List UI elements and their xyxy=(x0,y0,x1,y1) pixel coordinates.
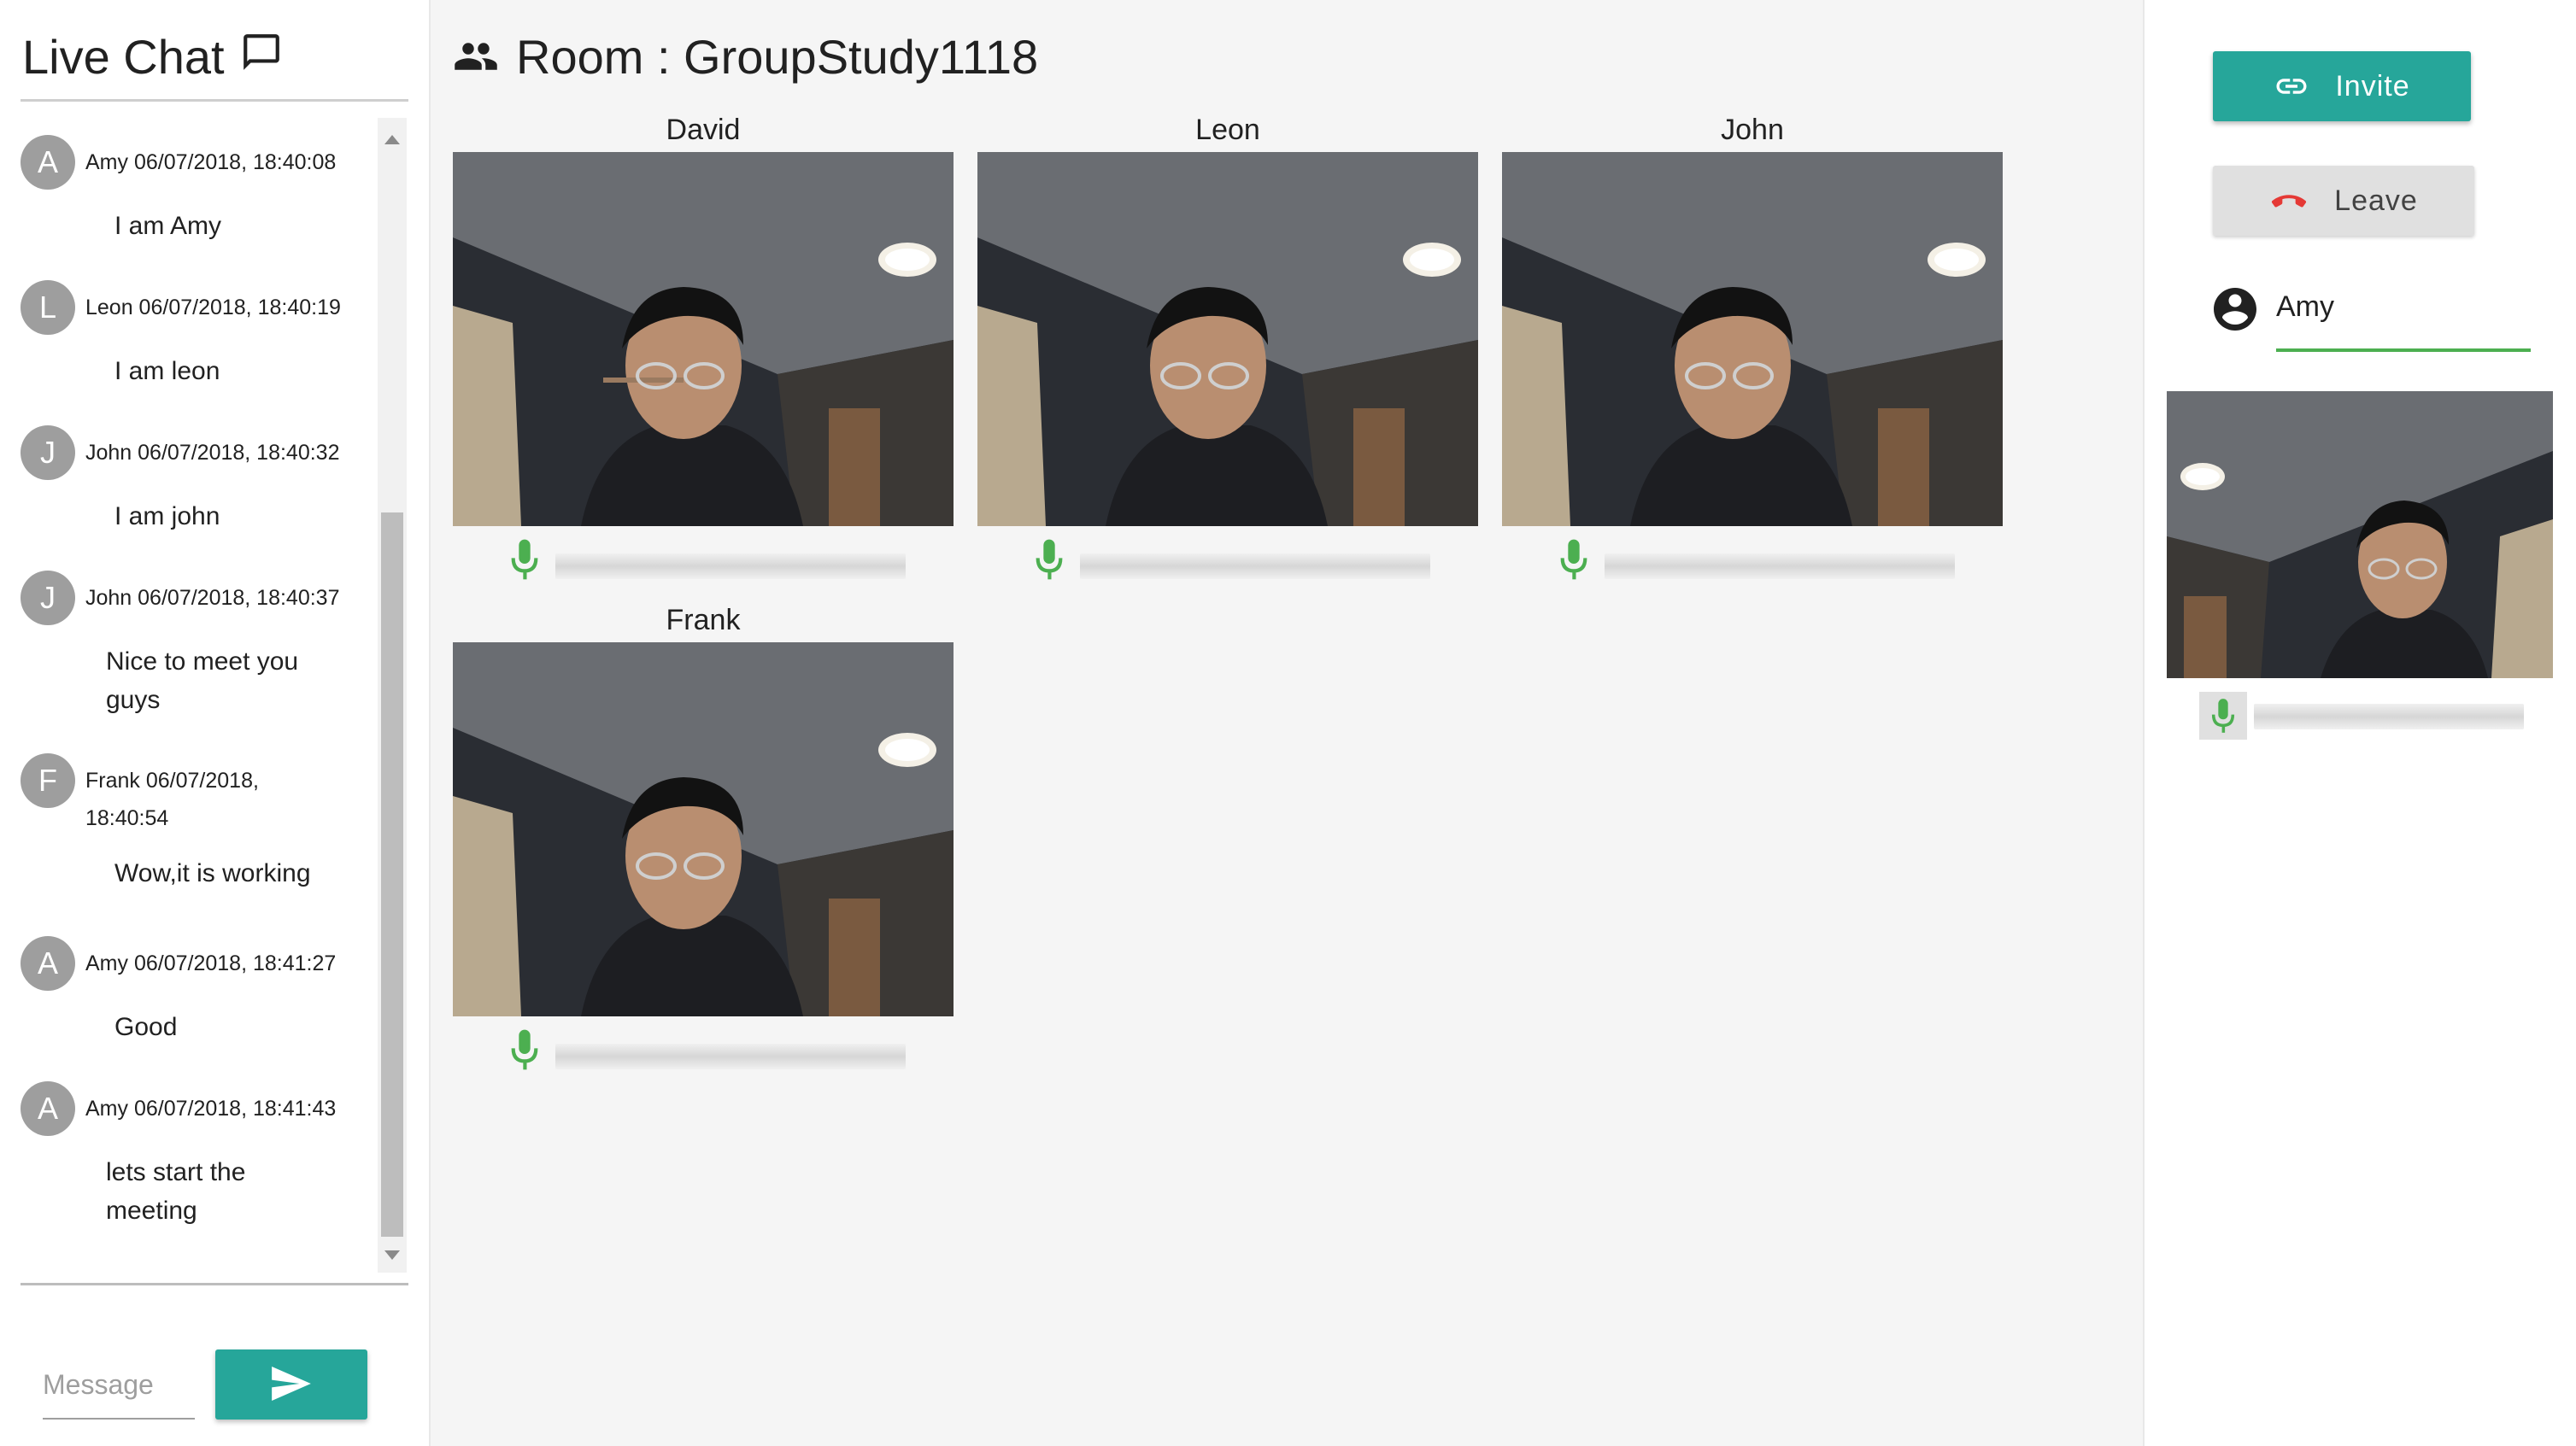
participant-video xyxy=(1502,152,2003,526)
chat-message: J John 06/07/2018, 18:40:32 I am john xyxy=(21,425,376,536)
participant-name: John xyxy=(1721,114,1784,146)
audio-level-row xyxy=(453,538,954,589)
audio-level-meter xyxy=(1605,553,1955,579)
avatar: L xyxy=(21,280,75,335)
account-circle-icon xyxy=(2209,284,2261,339)
audio-level-meter xyxy=(555,553,906,579)
avatar: J xyxy=(21,571,75,625)
mic-icon[interactable] xyxy=(1557,538,1591,585)
participant-video xyxy=(977,152,1478,526)
message-meta: Amy 06/07/2018, 18:41:43 xyxy=(85,1097,337,1121)
message-text: Good xyxy=(114,1013,178,1041)
audio-level-row xyxy=(977,538,1478,589)
link-icon xyxy=(2274,70,2309,103)
message-text: I am leon xyxy=(114,357,220,385)
message-meta: Amy 06/07/2018, 18:40:08 xyxy=(85,150,337,174)
self-audio-row xyxy=(2199,692,2524,741)
chat-bubble-icon xyxy=(240,29,283,85)
message-meta: John 06/07/2018, 18:40:37 xyxy=(85,586,340,610)
message-meta: Leon 06/07/2018, 18:40:19 xyxy=(85,296,341,319)
chat-message: F Frank 06/07/2018, 18:40:54 Wow,it is w… xyxy=(21,753,376,893)
send-icon xyxy=(272,1366,311,1403)
participant-name: Leon xyxy=(1195,114,1260,146)
chat-header: Live Chat xyxy=(22,22,283,91)
chat-panel: Live Chat A Amy 06/07/2018, 18:40:08 I a… xyxy=(0,0,431,1446)
participant-tile-john: John xyxy=(1502,108,2003,589)
message-meta: John 06/07/2018, 18:40:32 xyxy=(85,441,340,465)
message-text: lets start the meeting xyxy=(106,1158,246,1225)
chat-message-list[interactable]: A Amy 06/07/2018, 18:40:08 I am Amy L Le… xyxy=(21,118,376,1273)
chat-message: A Amy 06/07/2018, 18:41:43 lets start th… xyxy=(21,1081,376,1230)
participant-tile-david: David xyxy=(453,108,954,589)
participant-video xyxy=(453,642,954,1016)
audio-level-meter xyxy=(2254,704,2524,729)
message-text: I am Amy xyxy=(114,212,222,240)
leave-label: Leave xyxy=(2334,184,2418,217)
room-title: Room : GroupStudy1118 xyxy=(516,29,1039,84)
room-area: Room : GroupStudy1118 David Leon John Fr… xyxy=(431,0,2143,1446)
chat-message: J John 06/07/2018, 18:40:37 Nice to meet… xyxy=(21,571,376,719)
audio-level-meter xyxy=(1080,553,1430,579)
group-icon xyxy=(453,29,499,85)
chat-title: Live Chat xyxy=(22,29,225,84)
participant-video xyxy=(453,152,954,526)
avatar: F xyxy=(21,753,75,808)
self-panel: Invite Leave Amy xyxy=(2143,0,2576,1446)
avatar: A xyxy=(21,936,75,991)
avatar: A xyxy=(21,1081,75,1136)
audio-level-meter xyxy=(555,1044,906,1069)
mic-icon[interactable] xyxy=(2199,692,2247,740)
chat-input-divider xyxy=(21,1283,408,1285)
participant-tile-frank: Frank xyxy=(453,598,954,1080)
participant-name: Frank xyxy=(666,604,741,636)
invite-label: Invite xyxy=(2335,69,2410,102)
room-header: Room : GroupStudy1118 xyxy=(453,22,1038,91)
mic-icon[interactable] xyxy=(1032,538,1066,585)
audio-level-row xyxy=(1502,538,2003,589)
call-end-icon xyxy=(2269,184,2309,218)
chat-message: A Amy 06/07/2018, 18:41:27 Good xyxy=(21,936,376,1046)
chat-scrollbar[interactable] xyxy=(378,118,407,1273)
message-input[interactable] xyxy=(43,1351,195,1420)
send-button[interactable] xyxy=(215,1349,367,1420)
self-video xyxy=(2167,391,2553,678)
participant-name: David xyxy=(666,114,741,146)
current-user-underline xyxy=(2276,348,2531,352)
message-meta: Amy 06/07/2018, 18:41:27 xyxy=(85,951,337,975)
message-meta: Frank 06/07/2018, 18:40:54 xyxy=(85,769,259,830)
chat-header-divider xyxy=(21,99,408,102)
message-text: I am john xyxy=(114,502,220,530)
chat-message: A Amy 06/07/2018, 18:40:08 I am Amy xyxy=(21,135,376,245)
leave-button[interactable]: Leave xyxy=(2213,166,2474,236)
scroll-up-arrow-icon[interactable] xyxy=(378,126,407,152)
avatar: J xyxy=(21,425,75,480)
participant-tile-leon: Leon xyxy=(977,108,1478,589)
audio-level-row xyxy=(453,1028,954,1080)
current-user-name: Amy xyxy=(2276,290,2334,323)
avatar: A xyxy=(21,135,75,190)
chat-message: L Leon 06/07/2018, 18:40:19 I am leon xyxy=(21,280,376,390)
invite-button[interactable]: Invite xyxy=(2213,51,2471,121)
mic-icon[interactable] xyxy=(508,1028,542,1075)
scroll-down-arrow-icon[interactable] xyxy=(378,1242,407,1267)
mic-icon[interactable] xyxy=(508,538,542,585)
scrollbar-thumb[interactable] xyxy=(381,512,403,1237)
message-text: Nice to meet you guys xyxy=(106,647,299,714)
message-text: Wow,it is working xyxy=(114,859,311,887)
